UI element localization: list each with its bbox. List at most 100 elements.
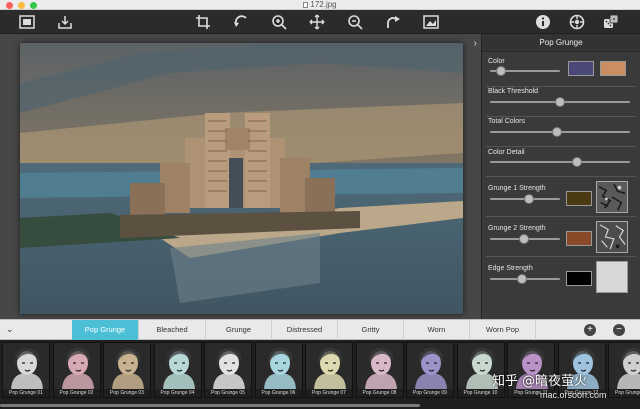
black-threshold-control: Black Threshold (482, 86, 640, 116)
preset-thumbnail[interactable]: Pop Grunge 03 (103, 342, 151, 398)
preset-thumbnail[interactable]: Pop Grunge 08 (355, 342, 404, 398)
preset-thumbnail-label: Pop Grunge 02 (53, 389, 100, 397)
preset-thumbnail[interactable]: Pop Grunge 02 (52, 342, 101, 398)
total-colors-slider[interactable] (490, 127, 630, 137)
preset-thumbnail-label: Pop Grunge 01 (3, 389, 49, 397)
grunge-2-strength-slider[interactable] (490, 234, 560, 244)
thumbnail-scrollbar[interactable] (0, 404, 420, 407)
grunge-1-color-swatch[interactable] (566, 191, 592, 206)
color-detail-slider-knob[interactable] (571, 157, 582, 167)
preset-thumbnail-label: Pop Grunge 05 (205, 389, 251, 397)
settings-wheel-icon[interactable] (568, 13, 586, 31)
preset-thumbnail[interactable]: Pop Grunge 01 (2, 342, 50, 398)
portrait-preview (205, 343, 251, 391)
color-detail-label: Color Detail (488, 149, 525, 156)
total-colors-label: Total Colors (488, 118, 525, 125)
save-tray-icon[interactable] (56, 13, 74, 31)
preset-thumbnail[interactable]: Pop Grunge 05 (204, 342, 252, 398)
portrait-preview (306, 343, 352, 391)
title-bar: 172.jpg (0, 0, 640, 10)
info-icon[interactable] (534, 13, 552, 31)
remove-preset-button[interactable]: − (613, 324, 625, 336)
grunge-2-strength-label: Grunge 2 Strength (488, 225, 546, 232)
watermark-url: mac.orsoon.com (540, 390, 607, 400)
preset-thumbnail-label: Pop Grunge 13 (609, 389, 640, 397)
grunge-1-strength-label: Grunge 1 Strength (488, 185, 546, 192)
black-threshold-label: Black Threshold (488, 88, 539, 95)
total-colors-control: Total Colors (482, 116, 640, 146)
grunge-1-strength-slider[interactable] (490, 194, 560, 204)
crop-icon[interactable] (194, 13, 212, 31)
edge-color-swatch[interactable] (566, 271, 592, 286)
color-label: Color (488, 58, 505, 65)
preset-thumbnail-label: Pop Grunge 06 (255, 389, 302, 397)
edge-strength-control: Edge Strength (482, 256, 640, 298)
tab-gritty[interactable]: Gritty (338, 320, 404, 340)
rotate-left-icon[interactable] (232, 13, 250, 31)
portrait-preview (53, 343, 100, 391)
edge-secondary-swatch[interactable] (596, 261, 628, 293)
preset-thumbnail-label: Pop Grunge 08 (356, 389, 403, 397)
tab-worn[interactable]: Worn (404, 320, 470, 340)
portrait-preview (407, 343, 453, 391)
image-frame-icon[interactable] (18, 13, 36, 31)
preset-thumbnail-label: Pop Grunge 10 (457, 389, 504, 397)
panel-title: Pop Grunge (482, 34, 640, 52)
grunge-2-color-swatch[interactable] (566, 231, 592, 246)
zoom-out-icon[interactable] (346, 13, 364, 31)
grunge-1-strength-slider-knob[interactable] (523, 194, 534, 204)
portrait-preview (154, 343, 201, 391)
preset-thumbnail-label: Pop Grunge 07 (306, 389, 352, 397)
portrait-preview (255, 343, 302, 391)
preset-thumbnail[interactable]: Pop Grunge 09 (406, 342, 454, 398)
collapse-panel-chevron-icon[interactable]: › (474, 38, 477, 49)
preset-thumbnail[interactable]: Pop Grunge 07 (305, 342, 353, 398)
color-detail-slider[interactable] (490, 157, 630, 167)
adjustments-panel: Pop Grunge Color Black Threshold Total C… (481, 34, 640, 319)
black-threshold-slider-knob[interactable] (555, 97, 565, 107)
preset-thumbnail[interactable]: Pop Grunge 13 (608, 342, 640, 398)
black-threshold-slider[interactable] (490, 97, 630, 107)
grunge-2-strength-slider-knob[interactable] (518, 234, 529, 244)
color-slider-knob[interactable] (495, 66, 506, 76)
total-colors-slider-knob[interactable] (552, 127, 563, 137)
color-slider[interactable] (490, 66, 560, 76)
tab-pop-grunge[interactable]: Pop Grunge (72, 320, 139, 340)
tab-bleached[interactable]: Bleached (139, 320, 206, 340)
color-detail-control: Color Detail (482, 146, 640, 176)
tab-grunge[interactable]: Grunge (206, 320, 272, 340)
random-dice-icon[interactable] (602, 13, 620, 31)
rotate-right-icon[interactable] (384, 13, 402, 31)
edited-photo (20, 43, 463, 314)
color-control: Color (482, 54, 640, 86)
preset-thumbnail-label: Pop Grunge 03 (104, 389, 150, 397)
tab-distressed[interactable]: Distressed (272, 320, 338, 340)
toolbar (0, 10, 640, 34)
portrait-preview (3, 343, 49, 391)
grunge-2-texture-thumbnail[interactable] (596, 221, 628, 253)
preset-thumbnail[interactable]: Pop Grunge 04 (153, 342, 202, 398)
window-title: 172.jpg (0, 0, 640, 10)
collapse-presets-chevron-icon[interactable]: ⌄ (6, 324, 14, 335)
tab-worn-pop[interactable]: Worn Pop (470, 320, 536, 340)
grunge-2-strength-control: Grunge 2 Strength (482, 216, 640, 256)
watermark-text: 知乎 @暗夜萤火 (492, 374, 588, 389)
grunge-1-strength-control: Grunge 1 Strength (482, 176, 640, 216)
image-canvas[interactable]: › (0, 34, 481, 319)
color-swatch-1[interactable] (568, 61, 594, 76)
compare-icon[interactable] (422, 13, 440, 31)
move-icon[interactable] (308, 13, 326, 31)
document-icon (303, 2, 309, 8)
edge-strength-slider-knob[interactable] (516, 274, 527, 284)
edge-strength-slider[interactable] (490, 274, 560, 284)
portrait-preview (609, 343, 640, 391)
grunge-1-texture-thumbnail[interactable] (596, 181, 628, 213)
preset-thumbnail-label: Pop Grunge 04 (154, 389, 201, 397)
portrait-preview (104, 343, 150, 391)
zoom-in-icon[interactable] (270, 13, 288, 31)
preset-thumbnail-label: Pop Grunge 09 (407, 389, 453, 397)
preset-thumbnail[interactable]: Pop Grunge 06 (254, 342, 303, 398)
color-swatch-2[interactable] (600, 61, 626, 76)
add-preset-button[interactable]: + (584, 324, 596, 336)
edge-strength-label: Edge Strength (488, 265, 533, 272)
